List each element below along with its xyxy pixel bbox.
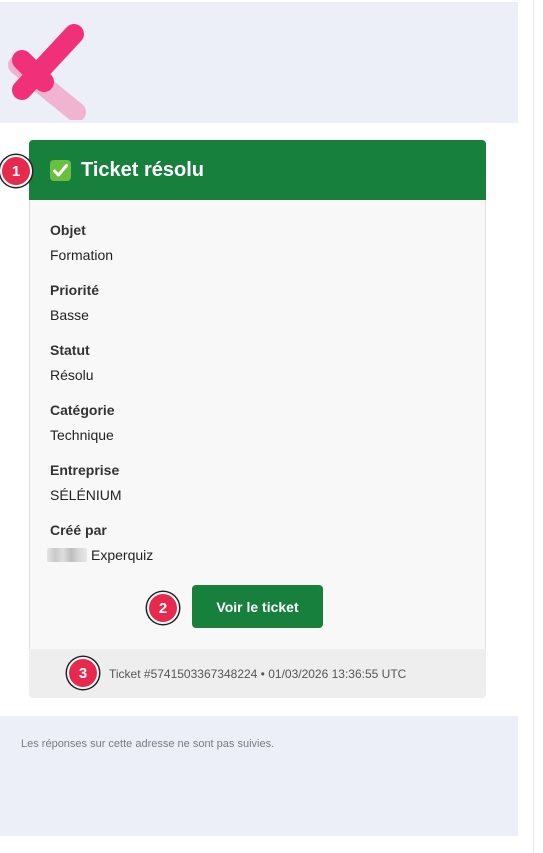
field-value-cree-par: Experquiz <box>47 547 153 563</box>
field-label-objet: Objet <box>50 222 86 238</box>
field-value-statut: Résolu <box>50 367 94 383</box>
field-label-priorite: Priorité <box>50 282 100 298</box>
check-mark-icon <box>50 159 71 181</box>
field-label-cree-par: Créé par <box>50 522 107 538</box>
annotation-marker-3: 3 <box>67 657 99 689</box>
card-body: Objet Formation Priorité Basse Statut Ré… <box>29 200 486 650</box>
view-ticket-button[interactable]: Voir le ticket <box>192 585 323 628</box>
card-title-text: Ticket résolu <box>81 158 205 181</box>
redacted-name <box>47 548 87 562</box>
field-label-statut: Statut <box>50 342 90 358</box>
field-value-objet: Formation <box>50 247 114 263</box>
email-page: Ticket résolu Objet Formation Priorité B… <box>0 0 543 853</box>
field-value-priorite: Basse <box>50 307 89 323</box>
field-label-categorie: Catégorie <box>50 402 115 418</box>
annotation-marker-1: 1 <box>0 155 32 187</box>
annotation-marker-2: 2 <box>147 592 179 624</box>
no-reply-notice: Les réponses sur cette adresse ne sont p… <box>21 738 275 750</box>
card-title: Ticket résolu <box>50 159 204 182</box>
right-border-line <box>533 0 534 853</box>
field-value-entreprise: SÉLÉNIUM <box>50 487 122 503</box>
creator-name: Experquiz <box>91 547 154 563</box>
brand-logo <box>8 24 86 120</box>
ticket-card: Ticket résolu Objet Formation Priorité B… <box>29 140 486 698</box>
card-header: Ticket résolu <box>29 140 486 200</box>
email-footer: Les réponses sur cette adresse ne sont p… <box>0 716 518 836</box>
field-label-entreprise: Entreprise <box>50 462 120 478</box>
email-header <box>0 2 518 123</box>
field-value-categorie: Technique <box>50 427 114 443</box>
ticket-id-timestamp: Ticket #5741503367348224 • 01/03/2026 13… <box>109 667 407 681</box>
